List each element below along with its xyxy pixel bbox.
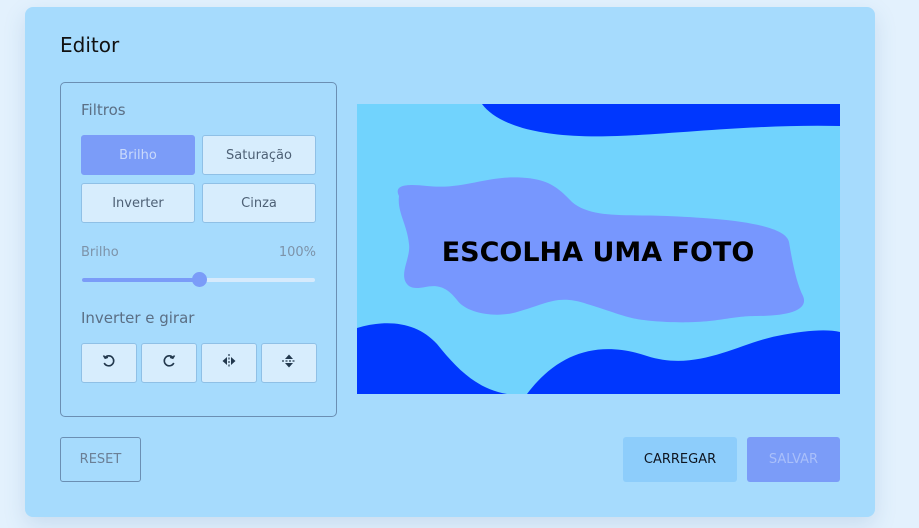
slider-label: Brilho: [81, 245, 119, 260]
load-button[interactable]: CARREGAR: [623, 437, 737, 482]
brightness-slider[interactable]: [82, 272, 315, 287]
flip-vertical-button[interactable]: [261, 343, 317, 383]
editor-title: Editor: [60, 33, 120, 57]
transform-heading: Inverter e girar: [81, 309, 195, 327]
placeholder-illustration: ESCOLHA UMA FOTO: [357, 104, 840, 394]
slider-fill: [82, 278, 199, 282]
rotate-left-button[interactable]: [81, 343, 137, 383]
slider-thumb[interactable]: [191, 272, 207, 287]
preview-text: ESCOLHA UMA FOTO: [442, 237, 755, 268]
flip-horizontal-icon: [221, 353, 237, 373]
flip-vertical-icon: [281, 353, 297, 373]
slider-value: 100%: [278, 245, 316, 260]
rotate-right-button[interactable]: [141, 343, 197, 383]
reset-button[interactable]: RESET: [60, 437, 141, 482]
filter-brilho-button[interactable]: Brilho: [81, 135, 195, 175]
rotate-left-icon: [101, 353, 117, 373]
save-button[interactable]: SALVAR: [747, 437, 840, 482]
image-preview: ESCOLHA UMA FOTO: [357, 104, 840, 394]
filters-heading: Filtros: [81, 101, 126, 119]
filter-inverter-button[interactable]: Inverter: [81, 183, 195, 223]
filter-cinza-button[interactable]: Cinza: [202, 183, 316, 223]
editor-card: Editor Filtros Brilho Saturação Inverter…: [25, 7, 875, 517]
rotate-right-icon: [161, 353, 177, 373]
flip-horizontal-button[interactable]: [201, 343, 257, 383]
filter-saturacao-button[interactable]: Saturação: [202, 135, 316, 175]
filters-panel: Filtros Brilho Saturação Inverter Cinza …: [60, 82, 337, 417]
